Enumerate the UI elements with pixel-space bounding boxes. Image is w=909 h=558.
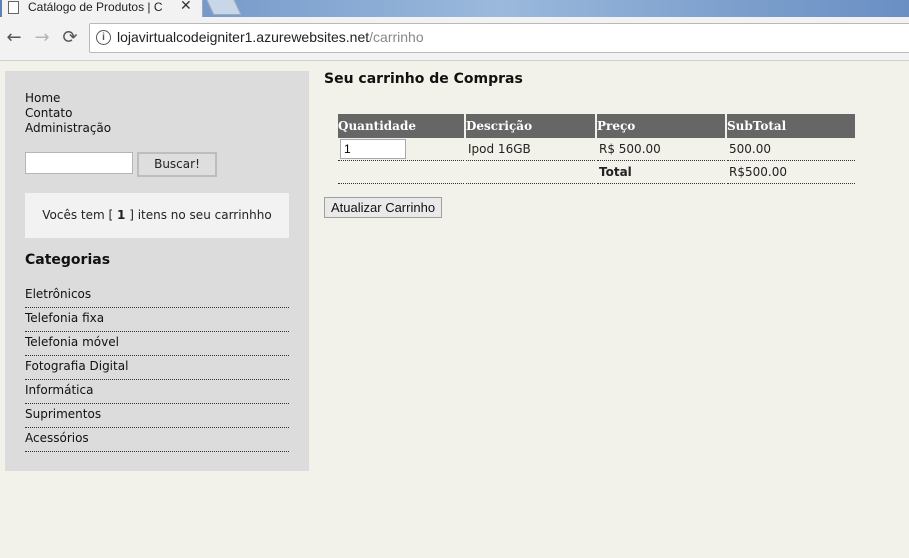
cart-summary-prefix: Vocês tem [ bbox=[42, 208, 118, 222]
cart-summary-suffix: ] itens no seu carrinhho bbox=[125, 208, 272, 222]
quantity-cell bbox=[338, 138, 464, 161]
browser-toolbar: ← → ⟳ i lojavirtualcodeigniter1.azureweb… bbox=[0, 17, 909, 61]
empty-cell bbox=[466, 161, 595, 184]
category-telefonia-movel[interactable]: Telefonia móvel bbox=[25, 332, 289, 356]
categories-title: Categorias bbox=[25, 252, 111, 268]
url-host: lojavirtualcodeigniter1.azurewebsites.ne… bbox=[117, 29, 370, 45]
page-title: Seu carrinho de Compras bbox=[324, 71, 523, 87]
forward-arrow-icon[interactable]: → bbox=[31, 25, 53, 51]
category-acessorios[interactable]: Acessórios bbox=[25, 428, 289, 452]
nav-link-home[interactable]: Home bbox=[25, 91, 111, 106]
category-fotografia-digital[interactable]: Fotografia Digital bbox=[25, 356, 289, 380]
category-list: Eletrônicos Telefonia fixa Telefonia móv… bbox=[25, 284, 289, 452]
address-bar[interactable]: i lojavirtualcodeigniter1.azurewebsites.… bbox=[89, 23, 909, 53]
browser-tabstrip: Catálogo de Produtos | C ✕ bbox=[0, 0, 909, 17]
subtotal-cell: 500.00 bbox=[727, 138, 855, 161]
empty-cell bbox=[338, 161, 464, 184]
total-row: Total R$500.00 bbox=[338, 161, 855, 184]
search-input[interactable] bbox=[25, 152, 133, 174]
page-icon bbox=[8, 1, 19, 14]
quantity-input[interactable] bbox=[340, 139, 406, 159]
table-row: Ipod 16GB R$ 500.00 500.00 bbox=[338, 138, 855, 161]
close-icon[interactable]: ✕ bbox=[180, 0, 192, 14]
cart-table: Quantidade Descrição Preço SubTotal Ipod… bbox=[336, 114, 857, 184]
nav-link-contato[interactable]: Contato bbox=[25, 106, 111, 121]
header-subtotal: SubTotal bbox=[727, 114, 855, 138]
reload-icon[interactable]: ⟳ bbox=[59, 25, 81, 51]
header-quantidade: Quantidade bbox=[338, 114, 464, 138]
top-links: Home Contato Administração bbox=[25, 91, 111, 136]
table-header-row: Quantidade Descrição Preço SubTotal bbox=[338, 114, 855, 138]
new-tab-button[interactable] bbox=[206, 0, 242, 15]
price-cell: R$ 500.00 bbox=[597, 138, 725, 161]
description-cell: Ipod 16GB bbox=[466, 138, 595, 161]
sidebar: Home Contato Administração Buscar! Vocês… bbox=[5, 71, 309, 471]
category-suprimentos[interactable]: Suprimentos bbox=[25, 404, 289, 428]
search-button[interactable]: Buscar! bbox=[137, 152, 217, 177]
browser-tab[interactable]: Catálogo de Produtos | C ✕ bbox=[2, 0, 203, 17]
tab-title: Catálogo de Produtos | C bbox=[28, 0, 163, 14]
back-arrow-icon[interactable]: ← bbox=[3, 25, 25, 51]
nav-link-administracao[interactable]: Administração bbox=[25, 121, 111, 136]
update-cart-button[interactable]: Atualizar Carrinho bbox=[324, 197, 443, 218]
total-value: R$500.00 bbox=[727, 161, 855, 184]
header-preco: Preço bbox=[597, 114, 725, 138]
url-path: /carrinho bbox=[369, 29, 424, 45]
total-label: Total bbox=[597, 161, 725, 184]
info-icon[interactable]: i bbox=[96, 30, 111, 45]
category-telefonia-fixa[interactable]: Telefonia fixa bbox=[25, 308, 289, 332]
cart-summary: Vocês tem [ 1 ] itens no seu carrinhho bbox=[25, 193, 289, 238]
category-informatica[interactable]: Informática bbox=[25, 380, 289, 404]
header-descricao: Descrição bbox=[466, 114, 595, 138]
url-text[interactable]: lojavirtualcodeigniter1.azurewebsites.ne… bbox=[117, 29, 424, 45]
category-eletronicos[interactable]: Eletrônicos bbox=[25, 284, 289, 308]
